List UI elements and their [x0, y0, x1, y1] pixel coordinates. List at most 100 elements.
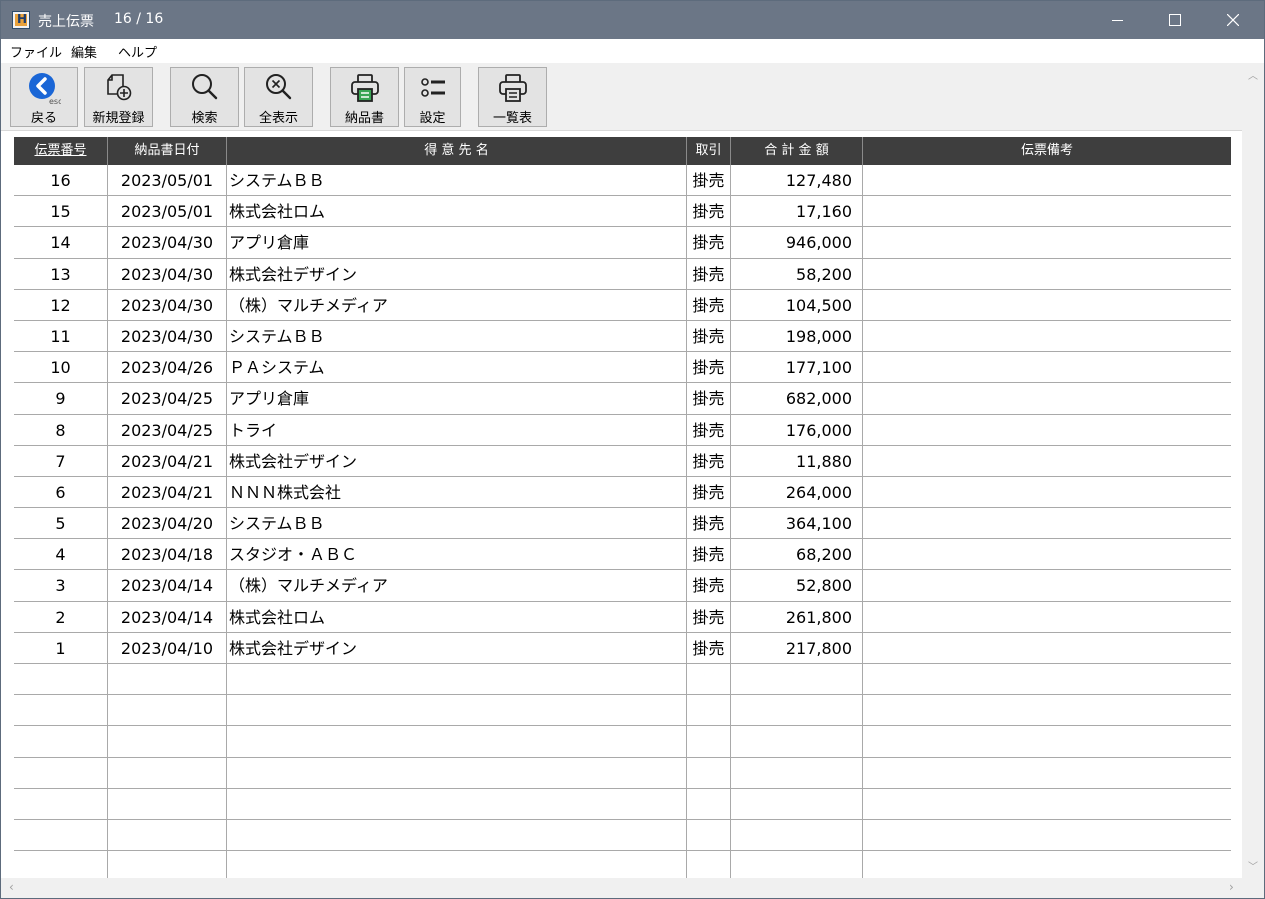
header-trade-type[interactable]: 取引	[687, 137, 731, 165]
maximize-button[interactable]	[1146, 1, 1204, 39]
close-button[interactable]	[1204, 1, 1262, 39]
cell-delivery-date: 2023/04/20	[120, 514, 214, 534]
cell-customer-name: （株）マルチメディア	[229, 576, 388, 596]
cell-slip-note	[863, 633, 1231, 664]
cell-customer-name: システムＢＢ	[229, 326, 325, 346]
cell-total-amount: 104,500	[785, 295, 852, 315]
cell-customer-name: スタジオ・ＡＢＣ	[229, 545, 358, 565]
new-entry-label: 新規登録	[92, 111, 145, 126]
empty-table-row[interactable]	[14, 664, 1231, 696]
cell-slip-note	[863, 196, 1231, 227]
empty-table-row[interactable]	[14, 789, 1231, 820]
cell-trade-type: 掛売	[692, 295, 725, 315]
cell-trade-type: 掛売	[692, 514, 725, 534]
cell-total-amount: 58,200	[796, 264, 852, 284]
header-delivery-date[interactable]: 納品書日付	[108, 137, 227, 165]
printer-green-icon	[349, 70, 381, 106]
cell-delivery-date: 2023/04/10	[120, 638, 214, 658]
list-print-button[interactable]: 一覧表	[478, 67, 547, 127]
scroll-up-icon[interactable]: ︿	[1242, 67, 1264, 84]
table-row[interactable]: 2 2023/04/14 株式会社ロム 掛売 261,800	[14, 602, 1231, 633]
cell-slip-number: 14	[50, 233, 71, 253]
header-slip-note[interactable]: 伝票備考	[863, 137, 1231, 165]
delivery-note-button[interactable]: 納品書	[330, 67, 399, 127]
vertical-scrollbar[interactable]: ︿ ﹀	[1242, 63, 1264, 878]
scroll-right-icon[interactable]: ›	[1229, 880, 1234, 894]
show-all-button[interactable]: 全表示	[244, 67, 313, 127]
menu-file[interactable]: ファイル	[10, 42, 62, 61]
cell-slip-number: 13	[50, 264, 71, 284]
table-row[interactable]: 11 2023/04/30 システムＢＢ 掛売 198,000	[14, 321, 1231, 353]
cell-delivery-date: 2023/04/14	[120, 607, 214, 627]
cell-slip-number: 8	[55, 420, 66, 440]
cell-delivery-date: 2023/04/21	[120, 482, 214, 502]
settings-button[interactable]: 設定	[404, 67, 461, 127]
delivery-note-label: 納品書	[344, 111, 384, 126]
table-row[interactable]: 15 2023/05/01 株式会社ロム 掛売 17,160	[14, 196, 1231, 228]
close-icon	[1227, 14, 1239, 26]
cell-delivery-date: 2023/05/01	[120, 171, 214, 190]
resize-grip[interactable]	[1242, 878, 1264, 898]
table-row[interactable]: 9 2023/04/25 アプリ倉庫 掛売 682,000	[14, 383, 1231, 415]
menu-edit[interactable]: 編集	[71, 42, 97, 61]
cell-customer-name: ＰＡシステム	[229, 358, 325, 378]
cell-slip-note	[863, 165, 1231, 196]
search-button[interactable]: 検索	[170, 67, 239, 127]
table-row[interactable]: 3 2023/04/14 （株）マルチメディア 掛売 52,800	[14, 570, 1231, 602]
table-row[interactable]: 4 2023/04/18 スタジオ・ＡＢＣ 掛売 68,200	[14, 539, 1231, 571]
back-button-label: 戻る	[30, 111, 57, 126]
scroll-down-icon[interactable]: ﹀	[1242, 858, 1264, 875]
cell-total-amount: 11,880	[796, 451, 852, 471]
empty-table-row[interactable]	[14, 758, 1231, 789]
header-slip-number[interactable]: 伝票番号	[14, 137, 108, 165]
cell-customer-name: 株式会社デザイン	[229, 638, 358, 658]
cell-slip-number: 2	[55, 607, 66, 627]
minimize-button[interactable]	[1088, 1, 1146, 39]
cell-trade-type: 掛売	[692, 358, 725, 378]
app-window: H 売上伝票 16 / 16 ファイル 編集 ヘルプ esc 戻る 新規登録 検…	[0, 0, 1265, 899]
menu-help[interactable]: ヘルプ	[118, 42, 157, 61]
table-row[interactable]: 7 2023/04/21 株式会社デザイン 掛売 11,880	[14, 446, 1231, 477]
cell-delivery-date: 2023/04/30	[120, 295, 214, 315]
cell-total-amount: 17,160	[796, 202, 852, 222]
table-row[interactable]: 10 2023/04/26 ＰＡシステム 掛売 177,100	[14, 352, 1231, 384]
magnifier-x-icon	[264, 70, 294, 106]
cell-customer-name: 株式会社ロム	[229, 607, 326, 627]
cell-slip-number: 3	[55, 576, 66, 596]
table-row[interactable]: 16 2023/05/01 システムＢＢ 掛売 127,480	[14, 165, 1231, 197]
cell-slip-number: 6	[55, 482, 66, 502]
cell-total-amount: 364,100	[785, 514, 852, 534]
toolbar: esc 戻る 新規登録 検索 全表示 納品書 設定 一覧表	[1, 63, 1242, 131]
table-row[interactable]: 8 2023/04/25 トライ 掛売 176,000	[14, 415, 1231, 446]
cell-total-amount: 682,000	[785, 389, 852, 409]
back-button[interactable]: esc 戻る	[10, 67, 78, 127]
horizontal-scrollbar[interactable]: ‹ ›	[1, 878, 1242, 898]
empty-table-row[interactable]	[14, 726, 1231, 758]
header-total-amount[interactable]: 合 計 金 額	[731, 137, 863, 165]
header-customer-name[interactable]: 得 意 先 名	[227, 137, 687, 165]
cell-trade-type: 掛売	[692, 171, 725, 190]
empty-table-row[interactable]	[14, 851, 1231, 878]
cell-trade-type: 掛売	[692, 389, 725, 409]
cell-delivery-date: 2023/04/25	[120, 389, 214, 409]
table-row[interactable]: 12 2023/04/30 （株）マルチメディア 掛売 104,500	[14, 290, 1231, 321]
empty-table-row[interactable]	[14, 695, 1231, 727]
cell-slip-number: 16	[50, 171, 71, 190]
table-row[interactable]: 1 2023/04/10 株式会社デザイン 掛売 217,800	[14, 633, 1231, 664]
scroll-left-icon[interactable]: ‹	[9, 880, 14, 894]
table-row[interactable]: 6 2023/04/21 ＮＮＮ株式会社 掛売 264,000	[14, 477, 1231, 509]
cell-trade-type: 掛売	[692, 576, 725, 596]
cell-slip-note	[863, 290, 1231, 321]
cell-customer-name: 株式会社ロム	[229, 202, 326, 222]
new-entry-button[interactable]: 新規登録	[84, 67, 153, 127]
cell-slip-number: 4	[55, 545, 66, 565]
table-row[interactable]: 14 2023/04/30 アプリ倉庫 掛売 946,000	[14, 227, 1231, 259]
cell-customer-name: システムＢＢ	[229, 514, 325, 534]
table-row[interactable]: 5 2023/04/20 システムＢＢ 掛売 364,100	[14, 508, 1231, 540]
empty-table-row[interactable]	[14, 820, 1231, 852]
cell-trade-type: 掛売	[692, 638, 725, 658]
table-row[interactable]: 13 2023/04/30 株式会社デザイン 掛売 58,200	[14, 259, 1231, 290]
settings-list-icon	[418, 70, 448, 106]
cell-slip-number: 1	[55, 638, 66, 658]
cell-total-amount: 217,800	[785, 638, 852, 658]
